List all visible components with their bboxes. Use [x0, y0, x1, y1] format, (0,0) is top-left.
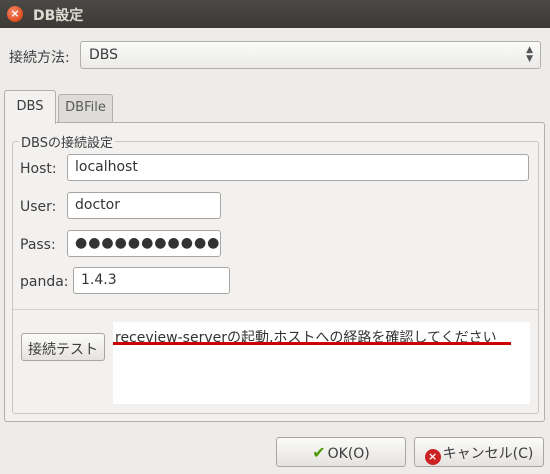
dbs-group-label: DBSの接続設定	[19, 132, 115, 151]
connection-method-value: DBS	[89, 47, 119, 63]
close-icon[interactable]: ×	[7, 6, 23, 22]
ok-label: OK(O)	[327, 446, 370, 462]
message-underline	[113, 342, 511, 345]
user-value: doctor	[75, 197, 120, 213]
host-label: Host:	[20, 161, 57, 177]
connection-method-label: 接続方法:	[9, 50, 70, 66]
updown-arrow-icon: ▲ ▼	[526, 45, 533, 64]
password-input[interactable]: ●●●●●●●●●●●	[67, 230, 221, 257]
cancel-label: キャンセル(C)	[442, 446, 534, 462]
message-area: receview-serverの起動,ホストへの経路を確認してください	[113, 322, 530, 404]
password-mask: ●●●●●●●●●●●	[75, 235, 221, 251]
check-icon: ✔	[312, 443, 326, 462]
ok-button[interactable]: ✔ OK(O)	[276, 437, 406, 467]
panda-label: panda:	[20, 274, 69, 290]
connection-method-select[interactable]: DBS ▲ ▼	[80, 41, 541, 69]
host-input[interactable]: localhost	[67, 154, 529, 181]
connection-test-label: 接続テスト	[28, 342, 98, 358]
connection-test-button[interactable]: 接続テスト	[21, 333, 105, 361]
pass-label: Pass:	[20, 237, 56, 253]
panda-input[interactable]: 1.4.3	[73, 267, 230, 294]
cancel-icon: ×	[424, 449, 441, 465]
cancel-button[interactable]: × キャンセル(C)	[414, 437, 544, 467]
title-bar: × DB設定	[0, 0, 550, 28]
tab-dbfile-label: DBFile	[65, 100, 106, 115]
host-value: localhost	[75, 159, 138, 175]
tab-dbs-label: DBS	[16, 99, 44, 114]
window-title: DB設定	[33, 8, 84, 24]
separator	[13, 309, 538, 310]
user-input[interactable]: doctor	[67, 192, 221, 219]
tab-dbs[interactable]: DBS	[4, 90, 56, 124]
tab-dbfile[interactable]: DBFile	[58, 94, 113, 122]
user-label: User:	[20, 199, 57, 215]
panda-value: 1.4.3	[81, 272, 117, 288]
